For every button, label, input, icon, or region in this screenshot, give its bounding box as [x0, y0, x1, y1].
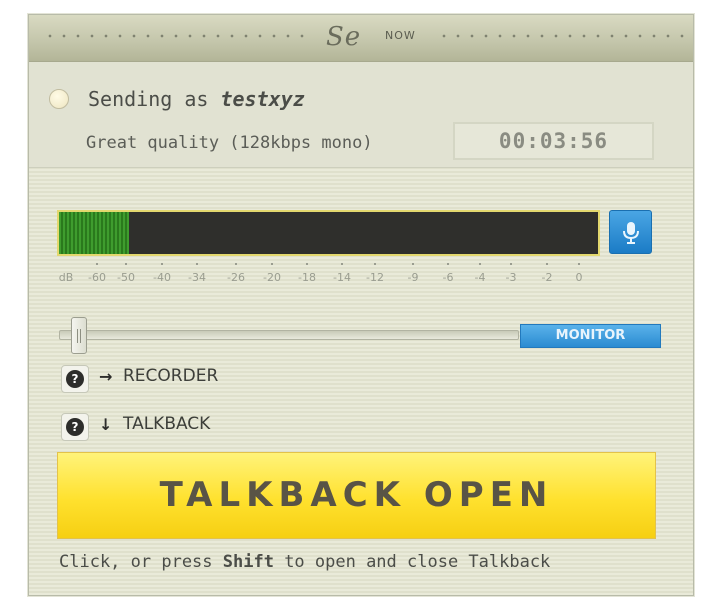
talkback-help-button[interactable]: ? [61, 413, 89, 441]
hint-before: Click, or press [59, 552, 223, 572]
hint-key: Shift [222, 552, 274, 572]
recorder-label: RECORDER [123, 366, 219, 386]
talkback-panel: Se NOW Sending as testxyz Great quality … [28, 14, 694, 596]
recorder-help-button[interactable]: ? [61, 365, 89, 393]
status-indicator [49, 89, 69, 109]
hint-after: to open and close Talkback [273, 552, 551, 572]
meter-scale-label: -14 [333, 271, 351, 284]
status-area: Sending as testxyz Great quality (128kbp… [29, 62, 693, 168]
meter-scale-tick [341, 263, 343, 265]
monitor-slider-handle[interactable] [70, 317, 87, 354]
meter-scale-tick [161, 263, 163, 265]
meter-scale-label: -34 [188, 271, 206, 284]
down-arrow-icon: ↓ [99, 415, 113, 434]
microphone-button[interactable] [609, 210, 652, 254]
talkback-label: TALKBACK [123, 414, 211, 434]
sending-prefix: Sending as [88, 87, 209, 111]
talkback-open-button[interactable]: TALKBACK OPEN [57, 452, 656, 539]
meter-scale-tick [479, 263, 481, 265]
quality-text: Great quality (128kbps mono) [86, 133, 373, 153]
meter-scale-label: -26 [227, 271, 245, 284]
meter-scale-tick [447, 263, 449, 265]
meter-scale-tick [510, 263, 512, 265]
meter-scale-tick [271, 263, 273, 265]
microphone-icon [623, 222, 639, 244]
title-dots-left [43, 34, 313, 38]
level-meter-fill [59, 212, 130, 254]
meter-scale-label: -9 [407, 271, 419, 284]
meter-scale-tick [235, 263, 237, 265]
title-bar: Se NOW [29, 15, 693, 62]
meter-scale-tick [374, 263, 376, 265]
meter-scale-label: -18 [298, 271, 316, 284]
title-dots-right [437, 34, 687, 38]
meter-scale-label: -3 [505, 271, 517, 284]
right-arrow-icon: → [99, 367, 113, 386]
meter-scale-label: -12 [366, 271, 384, 284]
meter-scale-tick [578, 263, 580, 265]
meter-scale-tick [125, 263, 127, 265]
meter-scale-label: -20 [263, 271, 281, 284]
meter-scale-tick [306, 263, 308, 265]
meter-scale-label: -60 [88, 271, 106, 284]
monitor-button[interactable]: MONITOR [520, 324, 661, 348]
meter-scale-label: -2 [541, 271, 553, 284]
meter-scale-tick [96, 263, 98, 265]
talkback-hint: Click, or press Shift to open and close … [59, 552, 550, 572]
meter-scale-tick [546, 263, 548, 265]
app-logo: Se [326, 22, 362, 52]
meter-scale-label: -6 [442, 271, 454, 284]
meter-scale-label: -50 [117, 271, 135, 284]
help-icon: ? [66, 418, 84, 436]
username: testxyz [220, 87, 305, 111]
meter-scale-tick [196, 263, 198, 265]
meter-scale-label: dB [58, 271, 74, 284]
sending-as-text: Sending as testxyz [88, 87, 305, 111]
help-icon: ? [66, 370, 84, 388]
meter-scale-label: -40 [153, 271, 171, 284]
app-logo-suffix: NOW [385, 29, 416, 42]
monitor-slider-track[interactable] [59, 330, 519, 340]
meter-scale-tick [412, 263, 414, 265]
level-meter [57, 210, 600, 256]
elapsed-timer: 00:03:56 [453, 122, 654, 160]
meter-scale-label: -4 [474, 271, 486, 284]
meter-scale-label: 0 [575, 271, 583, 284]
